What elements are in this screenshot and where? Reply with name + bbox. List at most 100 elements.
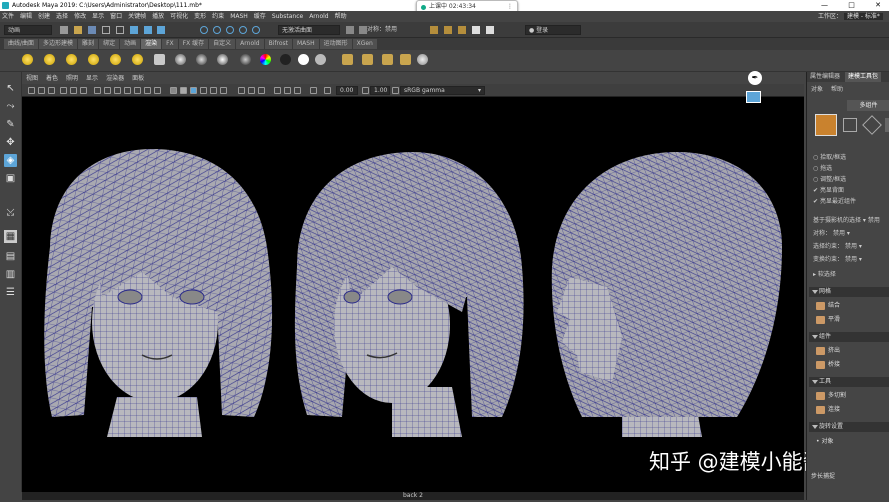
option-drag[interactable]: ○ 拖选: [813, 163, 856, 174]
shelf-tab[interactable]: XGen: [352, 39, 377, 49]
gamma-icon[interactable]: [362, 87, 369, 94]
menu-item[interactable]: 编辑: [20, 13, 32, 20]
wireframe-icon[interactable]: [170, 87, 177, 94]
minimize-button[interactable]: —: [821, 1, 828, 9]
menu-item[interactable]: 缓存: [254, 13, 266, 20]
smooth-button[interactable]: 平滑: [816, 315, 888, 325]
viewport-menu-item[interactable]: 显示: [86, 75, 98, 82]
section-rotation-settings[interactable]: 旋转设置: [809, 422, 889, 432]
multi-cut-button[interactable]: 多切割: [816, 391, 888, 401]
combine-button[interactable]: 结合: [816, 301, 888, 311]
edge-mode-icon[interactable]: [862, 115, 882, 135]
section-mesh[interactable]: 网格: [809, 287, 889, 297]
shelf-tab[interactable]: 曲线/曲面: [4, 39, 39, 49]
2d-pan-icon[interactable]: [70, 87, 77, 94]
anti-aliasing-icon[interactable]: [294, 87, 301, 94]
tab-attribute-editor[interactable]: 属性编辑器: [807, 72, 843, 82]
shelf-tab[interactable]: MASH: [292, 39, 319, 49]
ipr-icon[interactable]: [362, 54, 373, 65]
lasso-tool-icon[interactable]: ⤳: [4, 100, 17, 113]
directional-light-icon[interactable]: [44, 54, 55, 65]
four-pane-layout-icon[interactable]: ▤: [4, 250, 17, 263]
shelf-tab[interactable]: Arnold: [236, 39, 264, 49]
area-light-icon[interactable]: [110, 54, 121, 65]
menu-object[interactable]: 对象: [811, 86, 823, 93]
menu-item[interactable]: 显示: [92, 13, 104, 20]
undo-icon[interactable]: [101, 26, 110, 34]
ipr-render-icon[interactable]: [443, 26, 452, 34]
point-light-icon[interactable]: [66, 54, 77, 65]
menu-item[interactable]: 帮助: [335, 13, 347, 20]
symmetry-field[interactable]: 对称：禁用: [364, 25, 414, 35]
xray-icon[interactable]: [238, 87, 245, 94]
resolution-gate-icon[interactable]: [114, 87, 121, 94]
tab-modeling-toolkit[interactable]: 建模工具包: [844, 72, 881, 82]
safe-action-icon[interactable]: [144, 87, 151, 94]
shelf-tab[interactable]: 自定义: [209, 39, 236, 49]
render-settings-icon[interactable]: [457, 26, 466, 34]
option-tweak-marquee[interactable]: ○ 调整/框选: [813, 174, 856, 185]
shelf-tab[interactable]: Bifrost: [264, 39, 292, 49]
menu-item[interactable]: 约束: [212, 13, 224, 20]
menu-item[interactable]: Substance: [272, 13, 303, 20]
option-nearest[interactable]: ✔ 亮显最近组件: [813, 196, 856, 207]
gate-mask-icon[interactable]: [124, 87, 131, 94]
hypershade-shelf-icon[interactable]: [417, 54, 428, 65]
annotation-icon[interactable]: [746, 91, 761, 103]
close-button[interactable]: ✕: [875, 1, 881, 9]
login-button[interactable]: ● 登录: [525, 25, 581, 35]
shelf-tab[interactable]: FX 缓存: [178, 39, 209, 49]
vertex-mode-icon[interactable]: [843, 118, 857, 132]
field-chart-icon[interactable]: [134, 87, 141, 94]
snap-curve-icon[interactable]: [212, 26, 221, 34]
step-snap-row[interactable]: 步长捕捉: [811, 472, 883, 482]
menu-item[interactable]: 创建: [38, 13, 50, 20]
render-view-icon[interactable]: [485, 26, 494, 34]
construction-history-icon[interactable]: [346, 26, 354, 34]
object-row[interactable]: • 对象: [816, 437, 888, 447]
viewport-menu-item[interactable]: 照明: [66, 75, 78, 82]
mode-menu[interactable]: 动画: [4, 25, 52, 35]
menu-item[interactable]: 修改: [74, 13, 86, 20]
multi-component-button[interactable]: 多组件: [847, 100, 889, 111]
motion-blur-icon[interactable]: [284, 87, 291, 94]
batch-render-icon[interactable]: [400, 54, 411, 65]
single-pane-layout-icon[interactable]: ▦: [4, 230, 17, 243]
section-components[interactable]: 组件: [809, 332, 889, 342]
hypershade-icon[interactable]: [471, 26, 480, 34]
bookmarks-icon[interactable]: [48, 87, 55, 94]
grease-pencil-icon[interactable]: [80, 87, 87, 94]
colorspace-select[interactable]: sRGB gamma ▾: [400, 86, 485, 95]
snap-grid-icon[interactable]: [200, 26, 208, 34]
workspace-selector[interactable]: 工作区： 建模 - 标准*: [818, 11, 883, 22]
paint-select-icon[interactable]: ✎: [4, 118, 17, 131]
ambient-occlusion-icon[interactable]: [274, 87, 281, 94]
film-gate-icon[interactable]: [104, 87, 111, 94]
shelf-tab[interactable]: 绑定: [99, 39, 120, 49]
save-scene-icon[interactable]: [87, 26, 96, 34]
lights-icon[interactable]: [210, 87, 217, 94]
selection-constraint-row[interactable]: 选择约束： 禁用 ▾: [813, 240, 880, 253]
gamma-field[interactable]: 1.00: [370, 86, 390, 95]
option-pick-marquee[interactable]: ○ 拾取/框选: [813, 152, 856, 163]
menu-item[interactable]: 变形: [194, 13, 206, 20]
exposure-field[interactable]: 0.00: [336, 86, 358, 95]
shelf-tab[interactable]: FX: [162, 39, 178, 49]
new-scene-icon[interactable]: [60, 26, 68, 34]
shelf-tab[interactable]: 动画: [120, 39, 141, 49]
lock-camera-icon[interactable]: [38, 87, 45, 94]
render-current-icon[interactable]: [342, 54, 353, 65]
select-hierarchy-icon[interactable]: [129, 26, 138, 34]
live-surface-field[interactable]: 无激活曲面: [278, 25, 340, 35]
viewport-menu-item[interactable]: 着色: [46, 75, 58, 82]
outliner-layout-icon[interactable]: ☰: [4, 286, 17, 299]
open-scene-icon[interactable]: [73, 26, 82, 34]
exposure-icon[interactable]: [324, 87, 331, 94]
shelf-tab[interactable]: 多边形建模: [39, 39, 78, 49]
ramp-material-icon[interactable]: [260, 54, 271, 65]
render-frame-icon[interactable]: [430, 26, 438, 34]
redo-icon[interactable]: [115, 26, 124, 34]
camera-icon[interactable]: [154, 54, 165, 65]
scale-tool-icon[interactable]: ▣: [4, 172, 17, 185]
shelf-tab[interactable]: 雕刻: [78, 39, 99, 49]
